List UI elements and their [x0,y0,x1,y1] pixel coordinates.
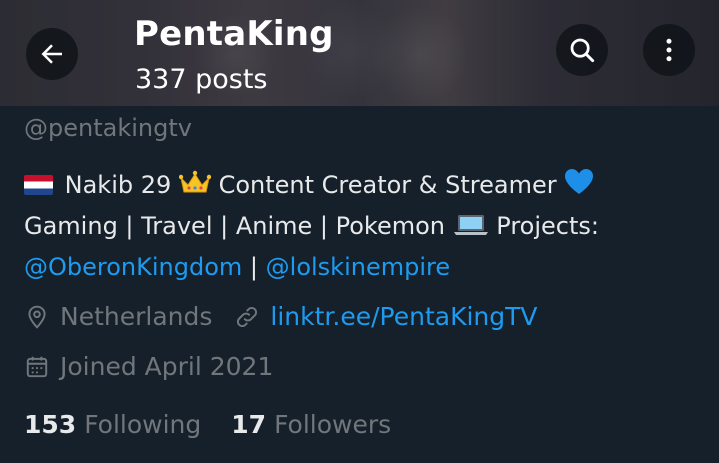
following-count: 153 [24,410,77,439]
blue-heart-emoji [564,168,594,207]
bio-text-1: Nakib 29 [64,171,172,199]
followers-link[interactable]: 17 Followers [231,410,391,439]
followers-label: Followers [274,410,392,439]
following-label: Following [84,410,202,439]
profile-bio: Nakib 29 Content Creator & Streamer Gami… [24,166,704,286]
profile-meta-row: Netherlands linktr.ee/PentaKingTV [24,302,538,331]
search-button[interactable] [556,24,608,76]
follow-stats: 153 Following 17 Followers [24,410,421,439]
more-button[interactable] [643,24,695,76]
laptop-emoji [453,210,489,248]
bio-text-1b: Content Creator & Streamer [218,171,557,199]
bio-mention-oberonkingdom[interactable]: @OberonKingdom [24,253,242,281]
search-icon [570,38,595,63]
link-icon [234,304,260,330]
location-pin-icon [24,304,50,330]
back-button[interactable] [26,28,78,80]
header-title: PentaKing [134,14,334,54]
profile-banner [0,0,719,106]
profile-handle: @pentakingtv [24,114,192,142]
bio-text-2: Gaming | Travel | Anime | Pokemon [24,212,445,240]
profile-joined-date: Joined April 2021 [60,352,274,381]
arrow-left-icon [41,44,62,64]
profile-location: Netherlands [60,302,213,331]
bio-text-2b: Projects: [496,212,599,240]
followers-count: 17 [231,410,267,439]
bio-separator: | [249,253,259,281]
crown-emoji [178,169,212,207]
more-vertical-icon [666,38,672,62]
calendar-icon [24,354,50,380]
profile-website-link[interactable]: linktr.ee/PentaKingTV [270,302,537,331]
netherlands-flag-emoji [24,175,53,195]
profile-joined-row: Joined April 2021 [24,352,273,381]
bio-mention-lolskinempire[interactable]: @lolskinempire [266,253,450,281]
post-count: 337 posts [135,64,268,95]
following-link[interactable]: 153 Following [24,410,201,439]
